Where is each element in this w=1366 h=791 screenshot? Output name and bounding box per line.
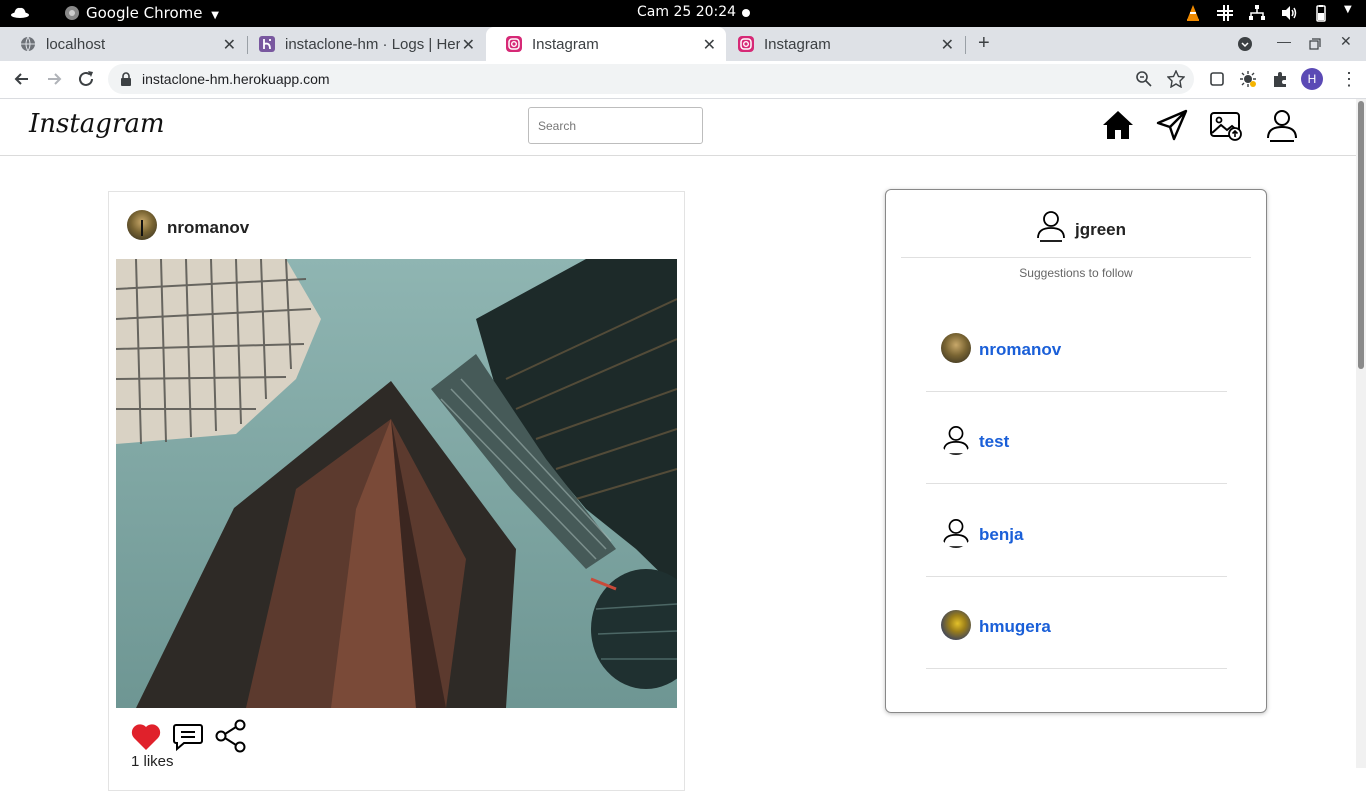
bookmark-star-icon[interactable] — [1167, 70, 1185, 88]
tab-instagram-active[interactable]: Instagram ✕ — [486, 27, 726, 61]
heroku-icon — [259, 36, 275, 52]
extensions-puzzle-icon[interactable] — [1271, 70, 1289, 88]
divider — [901, 257, 1251, 258]
volume-icon[interactable] — [1280, 4, 1298, 22]
fedora-hat-icon — [11, 7, 29, 18]
chrome-icon — [65, 6, 79, 20]
lock-icon[interactable] — [120, 72, 132, 86]
browser-toolbar: instaclone-hm.herokuapp.com H ⋮ — [0, 61, 1366, 99]
scrollbar-thumb[interactable] — [1358, 101, 1364, 369]
suggestion-item[interactable]: test — [926, 391, 1227, 484]
system-tray[interactable]: ▼ — [1184, 4, 1354, 22]
close-icon[interactable]: ✕ — [462, 35, 475, 55]
search-input[interactable] — [528, 107, 703, 144]
instagram-icon — [506, 36, 522, 52]
url-text[interactable]: instaclone-hm.herokuapp.com — [142, 71, 330, 87]
suggestion-item[interactable]: hmugera — [926, 576, 1227, 669]
battery-icon[interactable] — [1312, 4, 1330, 22]
chevron-down-icon[interactable]: ▼ — [1344, 4, 1354, 22]
tab-title: instaclone-hm · Logs | Her — [285, 35, 460, 53]
likes-count: 1 likes — [131, 753, 174, 770]
suggestion-avatar[interactable] — [941, 610, 971, 640]
back-icon[interactable] — [12, 69, 32, 89]
post-card: nromanov 1 likes — [108, 191, 685, 791]
reload-icon[interactable] — [76, 69, 96, 89]
tab-strip: localhost ✕ instaclone-hm · Logs | Her ✕… — [0, 27, 1366, 61]
user-icon[interactable] — [941, 518, 971, 548]
suggestions-panel: jgreen Suggestions to follow nromanov te… — [885, 189, 1267, 713]
minimize-icon[interactable]: — — [1277, 33, 1291, 49]
extension-square-icon[interactable] — [1208, 70, 1226, 88]
suggestion-username[interactable]: hmugera — [979, 617, 1051, 637]
tab-title: Instagram — [532, 35, 599, 53]
system-top-bar: Google Chrome ▼ Cam 25 20:24 ▼ — [0, 0, 1366, 27]
user-icon[interactable] — [941, 425, 971, 455]
suggestion-item[interactable]: benja — [926, 484, 1227, 577]
page-content: Instagram nromanov — [0, 99, 1356, 791]
close-icon[interactable]: ✕ — [703, 35, 716, 55]
instagram-icon — [738, 36, 754, 52]
chevron-down-icon: ▼ — [211, 10, 219, 21]
current-username[interactable]: jgreen — [1075, 220, 1126, 240]
app-name-label: Google Chrome — [86, 4, 203, 22]
close-icon[interactable]: ✕ — [941, 35, 954, 55]
close-window-icon[interactable]: ✕ — [1340, 33, 1352, 50]
tab-title: localhost — [46, 35, 106, 53]
tab-title: Instagram — [764, 35, 831, 53]
profile-icon[interactable] — [1265, 108, 1299, 142]
heart-icon[interactable] — [130, 722, 162, 752]
home-icon[interactable] — [1101, 108, 1135, 142]
suggestion-username[interactable]: nromanov — [979, 340, 1061, 360]
post-author-username[interactable]: nromanov — [167, 218, 249, 238]
tab-heroku-logs[interactable]: instaclone-hm · Logs | Her ✕ — [239, 27, 485, 61]
address-bar[interactable]: instaclone-hm.herokuapp.com — [108, 64, 1194, 94]
globe-icon — [21, 36, 35, 52]
new-tab-button[interactable]: + — [978, 32, 990, 55]
app-menu-button[interactable]: Google Chrome ▼ — [86, 4, 219, 22]
suggestion-item[interactable]: nromanov — [926, 299, 1227, 392]
forward-icon[interactable] — [44, 69, 64, 89]
vlc-icon[interactable] — [1184, 4, 1202, 22]
comment-icon[interactable] — [172, 722, 204, 752]
network-icon[interactable] — [1248, 4, 1266, 22]
notification-dot-icon — [742, 9, 750, 17]
share-icon[interactable] — [215, 719, 247, 753]
tab-separator — [965, 36, 966, 54]
slack-icon[interactable] — [1216, 4, 1234, 22]
suggestions-title: Suggestions to follow — [1019, 266, 1133, 280]
profile-avatar[interactable]: H — [1301, 68, 1323, 90]
extension-bug-icon[interactable] — [1239, 70, 1257, 88]
instagram-logo[interactable]: Instagram — [29, 109, 165, 139]
suggestion-username[interactable]: benja — [979, 525, 1023, 545]
menu-kebab-icon[interactable]: ⋮ — [1340, 69, 1358, 90]
maximize-icon[interactable] — [1309, 38, 1321, 50]
ig-header: Instagram — [0, 99, 1356, 156]
clock[interactable]: Cam 25 20:24 — [637, 4, 736, 20]
post-author-avatar[interactable] — [127, 210, 157, 240]
direct-message-icon[interactable] — [1155, 108, 1189, 142]
tab-instagram[interactable]: Instagram ✕ — [718, 27, 964, 61]
activities-button[interactable] — [10, 3, 30, 23]
page-scrollbar[interactable] — [1356, 99, 1366, 768]
zoom-icon[interactable] — [1135, 70, 1153, 88]
close-icon[interactable]: ✕ — [223, 35, 236, 55]
skyscrapers-photo — [116, 259, 677, 708]
tab-search-icon[interactable] — [1237, 36, 1253, 52]
upload-image-icon[interactable] — [1209, 108, 1243, 142]
post-photo[interactable] — [116, 259, 677, 708]
suggestion-username[interactable]: test — [979, 432, 1009, 452]
tab-localhost[interactable]: localhost ✕ — [0, 27, 246, 61]
suggestion-avatar[interactable] — [941, 333, 971, 363]
user-icon — [1037, 211, 1065, 242]
